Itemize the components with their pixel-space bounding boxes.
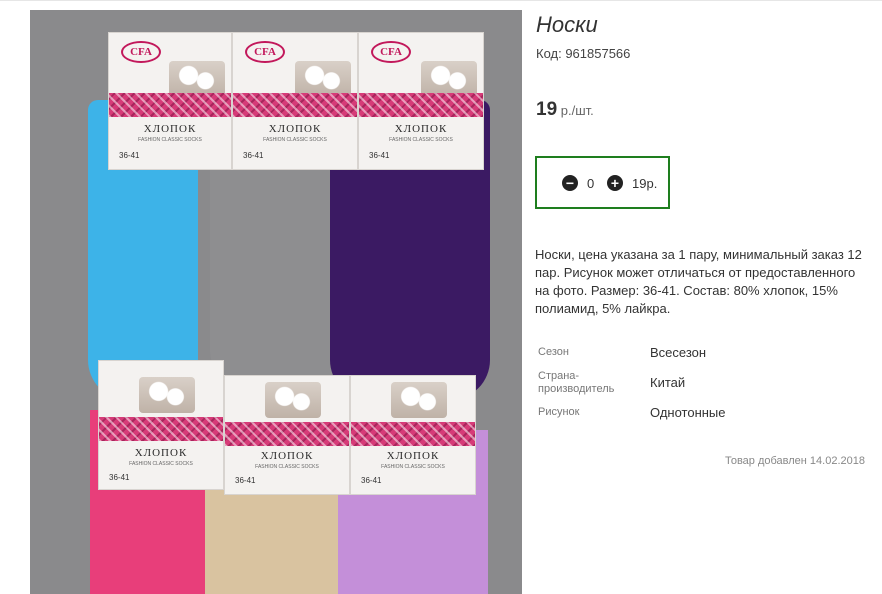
plaid-band — [109, 93, 231, 117]
package-card: ХЛОПОК FASHION CLASSIC SOCKS 36-41 — [224, 375, 350, 495]
property-row: Страна-производитель Китай — [536, 370, 866, 400]
product-properties: Сезон Всесезон Страна-производитель Кита… — [536, 340, 866, 430]
plaid-band — [351, 422, 475, 446]
property-label: Страна-производитель — [538, 370, 615, 395]
product-photo[interactable]: CFA ХЛОПОК FASHION CLASSIC SOCKS 36-41 C… — [30, 10, 522, 594]
size-label: 36-41 — [109, 473, 130, 482]
cotton-image — [295, 61, 351, 97]
product-page: CFA ХЛОПОК FASHION CLASSIC SOCKS 36-41 C… — [0, 0, 882, 594]
property-value: Однотонные — [650, 405, 726, 420]
property-value: Китай — [650, 375, 686, 390]
plaid-band — [225, 422, 349, 446]
package-subtitle: FASHION CLASSIC SOCKS — [255, 464, 319, 470]
plaid-band — [99, 417, 223, 441]
package-subtitle: FASHION CLASSIC SOCKS — [381, 464, 445, 470]
size-label: 36-41 — [361, 476, 382, 485]
product-title: Носки — [536, 12, 598, 37]
material-label: ХЛОПОК — [260, 450, 314, 462]
added-date: Товар добавлен 14.02.2018 — [724, 455, 865, 467]
material-label: ХЛОПОК — [268, 123, 322, 135]
brand-logo: CFA — [245, 41, 285, 63]
material-label: ХЛОПОК — [143, 123, 197, 135]
top-divider — [0, 0, 882, 1]
size-label: 36-41 — [119, 151, 140, 160]
property-row: Рисунок Однотонные — [536, 400, 866, 430]
product-price: 19 р./шт. — [536, 99, 594, 121]
quantity-value[interactable]: 0 — [587, 176, 594, 191]
package-subtitle: FASHION CLASSIC SOCKS — [263, 137, 327, 143]
material-label: ХЛОПОК — [394, 123, 448, 135]
package-subtitle: FASHION CLASSIC SOCKS — [129, 461, 193, 467]
property-value: Всесезон — [650, 345, 707, 360]
material-label: ХЛОПОК — [134, 447, 188, 459]
brand-logo: CFA — [121, 41, 161, 63]
cotton-image — [265, 382, 321, 418]
package-subtitle: FASHION CLASSIC SOCKS — [389, 137, 453, 143]
size-label: 36-41 — [369, 151, 390, 160]
package-card: CFA ХЛОПОК FASHION CLASSIC SOCKS 36-41 — [108, 32, 232, 170]
cotton-image — [169, 61, 225, 97]
package-card: ХЛОПОК FASHION CLASSIC SOCKS 36-41 — [98, 360, 224, 490]
cotton-image — [391, 382, 447, 418]
property-label: Сезон — [538, 346, 569, 358]
quantity-sum: 19р. — [632, 176, 658, 191]
brand-logo: CFA — [371, 41, 411, 63]
product-description: Носки, цена указана за 1 пару, минимальн… — [535, 247, 862, 316]
material-label: ХЛОПОК — [386, 450, 440, 462]
minus-circle-icon[interactable]: − — [562, 175, 578, 191]
package-subtitle: FASHION CLASSIC SOCKS — [138, 137, 202, 143]
plaid-band — [359, 93, 483, 117]
package-card: CFA ХЛОПОК FASHION CLASSIC SOCKS 36-41 — [232, 32, 358, 170]
cotton-image — [421, 61, 477, 97]
quantity-stepper: − 0 + 19р. — [535, 156, 670, 209]
package-card: CFA ХЛОПОК FASHION CLASSIC SOCKS 36-41 — [358, 32, 484, 170]
plus-circle-icon[interactable]: + — [607, 175, 623, 191]
plaid-band — [233, 93, 357, 117]
cotton-image — [139, 377, 195, 413]
property-label: Рисунок — [538, 406, 580, 418]
size-label: 36-41 — [235, 476, 256, 485]
size-label: 36-41 — [243, 151, 264, 160]
property-row: Сезон Всесезон — [536, 340, 866, 370]
product-code: Код: 961857566 — [536, 46, 631, 61]
price-unit: р./шт. — [557, 103, 594, 118]
price-amount: 19 — [536, 99, 558, 120]
package-card: ХЛОПОК FASHION CLASSIC SOCKS 36-41 — [350, 375, 476, 495]
